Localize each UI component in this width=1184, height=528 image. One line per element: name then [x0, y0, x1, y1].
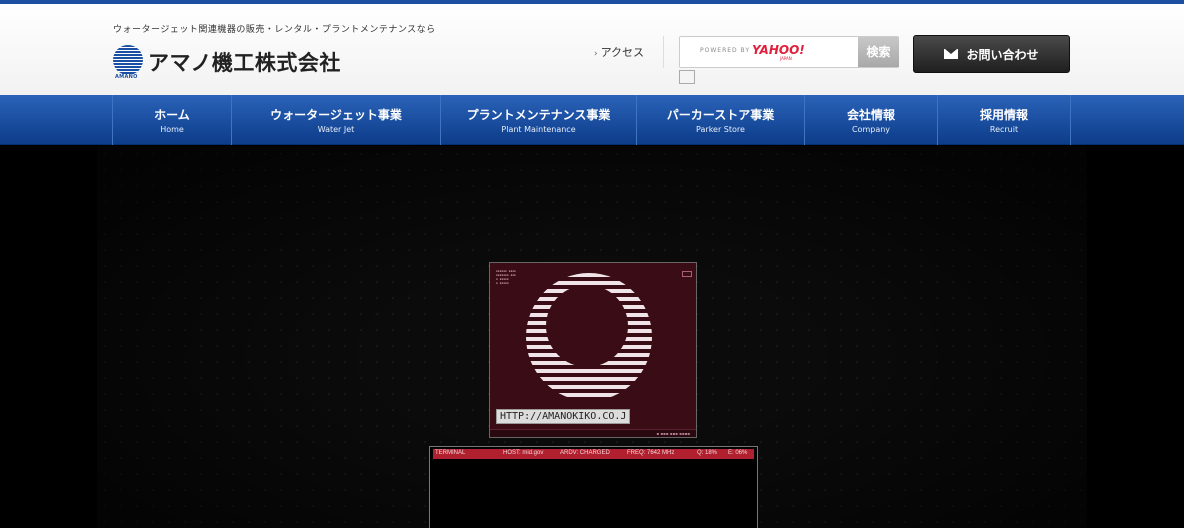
terminal-e: E: 06% — [728, 450, 748, 456]
broken-image-icon — [679, 70, 695, 84]
logo-brand-text: AMANO — [115, 74, 138, 80]
global-nav: ホーム Home ウォータージェット事業 Water Jet プラントメンテナン… — [0, 95, 1184, 145]
terminal-freq: FREQ: 7642 MHz — [627, 450, 675, 456]
nav-item-plant-maintenance[interactable]: プラントメンテナンス事業 Plant Maintenance — [441, 95, 637, 145]
hero-screen-panel: ▪▪▪▪▪▪ ▪▪▪▪ ▪▪▪▪▪▪▪ ▪▪▪ ▪ ▪▪▪▪▪ ▪ ▪▪▪▪▪ HTT… — [489, 262, 697, 438]
nav-label-jp: プラントメンテナンス事業 — [466, 108, 611, 122]
terminal-label: TERMINAL — [435, 450, 466, 456]
terminal-host: HOST: mid.gov — [503, 450, 544, 456]
nav-label-jp: パーカーストア事業 — [666, 108, 775, 122]
screen-readout-text: ▪▪▪▪▪▪ ▪▪▪▪ ▪▪▪▪▪▪▪ ▪▪▪ ▪ ▪▪▪▪▪ ▪ ▪▪▪▪▪ — [496, 269, 516, 285]
nav-label-en: Recruit — [989, 125, 1019, 134]
site-header: ウォータージェット関連機器の販売・レンタル・プラントメンテナンスなら AMANO… — [0, 4, 1184, 95]
screen-footer: ▪ ▪▪▪ ▪▪▪ ▪▪▪▪ — [490, 429, 696, 437]
nav-label-jp: ホーム — [154, 108, 190, 122]
nav-label-en: Water Jet — [317, 125, 355, 134]
nav-label-jp: 採用情報 — [979, 108, 1028, 122]
company-name: アマノ機工株式会社 — [148, 51, 341, 75]
amano-logo-graphic — [526, 273, 652, 401]
nav-item-parker-store[interactable]: パーカーストア事業 Parker Store — [637, 95, 805, 145]
site-search: POWERED BY YAHOO! JAPAN 検索 — [679, 36, 899, 68]
screen-url-label: HTTP://AMANOKIKO.CO.J — [496, 409, 631, 424]
contact-button[interactable]: お問い合わせ — [913, 35, 1070, 73]
search-input[interactable] — [680, 37, 858, 67]
nav-label-en: Company — [851, 125, 891, 134]
chevron-right-icon: › — [594, 49, 598, 59]
nav-label-en: Home — [160, 125, 184, 134]
terminal-q: Q: 18% — [697, 450, 718, 456]
terminal-status-bar: TERMINAL HOST: mid.gov ARDV: CHARGED FRE… — [433, 449, 754, 459]
nav-label-en: Parker Store — [696, 125, 745, 134]
nav-label-en: Plant Maintenance — [501, 125, 576, 134]
nav-item-water-jet[interactable]: ウォータージェット事業 Water Jet — [232, 95, 441, 145]
nav-item-recruit[interactable]: 採用情報 Recruit — [938, 95, 1071, 145]
site-logo[interactable]: AMANO アマノ機工株式会社 — [112, 42, 341, 82]
contact-label: お問い合わせ — [966, 47, 1039, 62]
screen-corner-icon — [682, 271, 692, 277]
mail-icon — [944, 49, 959, 59]
nav-item-company[interactable]: 会社情報 Company — [805, 95, 938, 145]
site-tagline: ウォータージェット関連機器の販売・レンタル・プラントメンテナンスなら — [113, 25, 436, 35]
terminal-ardv: ARDV: CHARGED — [560, 450, 610, 456]
nav-item-home[interactable]: ホーム Home — [113, 95, 232, 145]
logo-globe-icon: AMANO — [112, 44, 144, 80]
terminal-panel: TERMINAL HOST: mid.gov ARDV: CHARGED FRE… — [429, 446, 758, 528]
access-label: アクセス — [600, 46, 645, 59]
nav-label-jp: ウォータージェット事業 — [270, 108, 402, 122]
nav-label-jp: 会社情報 — [846, 108, 895, 122]
search-button[interactable]: 検索 — [858, 37, 899, 67]
access-link[interactable]: › アクセス — [594, 44, 644, 60]
header-divider — [663, 36, 664, 68]
